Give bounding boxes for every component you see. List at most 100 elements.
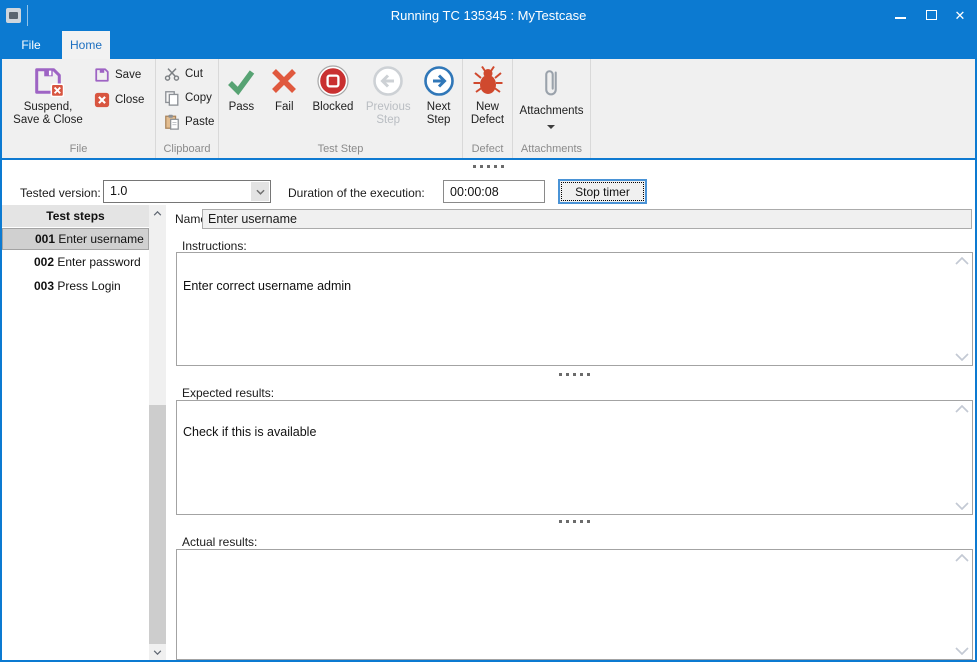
ribbon-splitter-handle[interactable] xyxy=(0,165,977,168)
copy-pages-icon xyxy=(164,90,180,106)
ribbon: Suspend, Save & Close Save Close xyxy=(0,59,977,160)
paperclip-icon xyxy=(540,65,562,101)
expected-results-label: Expected results: xyxy=(182,386,274,400)
button-label: Fail xyxy=(275,101,294,114)
chevron-up-icon[interactable] xyxy=(955,554,969,562)
group-label-file: File xyxy=(2,143,155,155)
stop-timer-button[interactable]: Stop timer xyxy=(558,179,647,204)
expected-splitter-handle[interactable] xyxy=(176,520,973,523)
chevron-down-icon xyxy=(547,125,555,129)
step-label: Press Login xyxy=(57,279,120,293)
button-label: Pass xyxy=(229,101,255,114)
actual-results-textarea[interactable] xyxy=(176,549,973,660)
minimize-button[interactable] xyxy=(885,0,915,31)
window-border-left xyxy=(0,0,2,662)
ribbon-group-file: Suspend, Save & Close Save Close xyxy=(2,59,156,158)
button-label: Copy xyxy=(185,92,212,104)
step-number: 001 xyxy=(35,232,58,246)
chevron-down-icon[interactable] xyxy=(955,502,969,510)
step-row-001[interactable]: 001 Enter username xyxy=(2,228,149,250)
expected-results-textarea[interactable]: Check if this is available xyxy=(176,400,973,515)
button-label: Attachments xyxy=(520,105,584,118)
tested-version-label: Tested version: xyxy=(20,186,101,200)
group-label-clipboard: Clipboard xyxy=(156,143,218,155)
save-button[interactable]: Save xyxy=(94,67,144,83)
app-window: Running TC 135345 : MyTestcase ✕ File Ho… xyxy=(0,0,977,662)
chevron-up-icon[interactable] xyxy=(955,405,969,413)
duration-label: Duration of the execution: xyxy=(288,186,425,200)
arrow-left-circle-icon xyxy=(372,65,404,97)
button-label: Previous Step xyxy=(362,101,414,127)
stop-circle-icon xyxy=(317,65,349,97)
scroll-down-button[interactable] xyxy=(149,644,166,660)
scrollbar-thumb[interactable] xyxy=(149,405,166,644)
red-x-icon xyxy=(268,65,300,97)
scissors-icon xyxy=(164,66,180,82)
maximize-icon xyxy=(926,10,937,20)
ribbon-group-test-step: Pass Fail Blocked xyxy=(219,59,463,158)
chevron-down-icon xyxy=(153,650,162,655)
chevron-up-icon xyxy=(153,211,162,216)
maximize-button[interactable] xyxy=(916,0,946,31)
combobox-dropdown-button[interactable] xyxy=(251,182,269,201)
step-number: 003 xyxy=(34,279,57,293)
ribbon-group-defect: New Defect Defect xyxy=(463,59,513,158)
step-label: Enter password xyxy=(57,255,140,269)
paste-button[interactable]: Paste xyxy=(164,114,218,130)
red-x-square-icon xyxy=(94,92,110,108)
actual-results-label: Actual results: xyxy=(182,535,257,549)
arrow-right-circle-icon xyxy=(423,65,455,97)
close-ribbon-button[interactable]: Close xyxy=(94,92,144,108)
floppy-with-x-icon xyxy=(32,65,64,97)
test-steps-panel: Test steps 001 Enter username 002 Enter … xyxy=(2,205,149,660)
button-label: Paste xyxy=(185,116,214,128)
scroll-up-button[interactable] xyxy=(149,205,166,221)
instructions-label: Instructions: xyxy=(182,239,247,253)
chevron-down-icon[interactable] xyxy=(955,353,969,361)
window-title: Running TC 135345 : MyTestcase xyxy=(0,0,977,31)
close-button[interactable]: ✕ xyxy=(945,0,975,31)
ribbon-spacer xyxy=(591,59,977,158)
button-label: New Defect xyxy=(466,101,510,127)
minimize-icon xyxy=(895,17,906,19)
ribbon-group-clipboard: Cut Copy Paste xyxy=(156,59,219,158)
step-row-002[interactable]: 002 Enter password xyxy=(2,252,149,274)
ribbon-group-attachments: Attachments Attachments xyxy=(513,59,591,158)
button-label: Suspend, Save & Close xyxy=(10,101,86,127)
floppy-icon xyxy=(94,67,110,83)
instructions-text: Enter correct username admin xyxy=(183,279,948,293)
chevron-up-icon[interactable] xyxy=(955,257,969,265)
chevron-down-icon xyxy=(256,189,265,195)
step-label: Enter username xyxy=(58,232,143,246)
group-label-attachments: Attachments xyxy=(513,143,590,155)
button-label: Close xyxy=(115,94,144,106)
instructions-splitter-handle[interactable] xyxy=(176,373,973,376)
instructions-textarea[interactable]: Enter correct username admin xyxy=(176,252,973,366)
duration-input[interactable] xyxy=(443,180,545,203)
name-input[interactable] xyxy=(202,209,972,229)
steps-scrollbar[interactable] xyxy=(149,205,166,660)
test-steps-header: Test steps xyxy=(2,205,149,227)
group-label-defect: Defect xyxy=(463,143,512,155)
tab-file[interactable]: File xyxy=(0,31,62,59)
tested-version-value: 1.0 xyxy=(110,181,127,202)
tested-version-combobox[interactable]: 1.0 xyxy=(103,180,271,203)
button-label: Save xyxy=(115,69,141,81)
ribbon-tab-row: File Home xyxy=(0,31,977,59)
close-icon: ✕ xyxy=(945,0,975,31)
group-label-test-step: Test Step xyxy=(219,143,462,155)
chevron-down-icon[interactable] xyxy=(955,647,969,655)
title-bar: Running TC 135345 : MyTestcase ✕ xyxy=(0,0,977,31)
copy-button[interactable]: Copy xyxy=(164,90,218,106)
cut-button[interactable]: Cut xyxy=(164,66,218,82)
green-check-icon xyxy=(225,65,257,97)
bug-icon xyxy=(472,65,504,97)
step-number: 002 xyxy=(34,255,57,269)
button-label: Blocked xyxy=(313,101,354,114)
step-row-003[interactable]: 003 Press Login xyxy=(2,276,149,298)
expected-results-text: Check if this is available xyxy=(183,425,948,439)
button-label: Cut xyxy=(185,68,203,80)
clipboard-icon xyxy=(164,114,180,130)
tab-home[interactable]: Home xyxy=(62,31,110,59)
button-label: Next Step xyxy=(420,101,458,127)
